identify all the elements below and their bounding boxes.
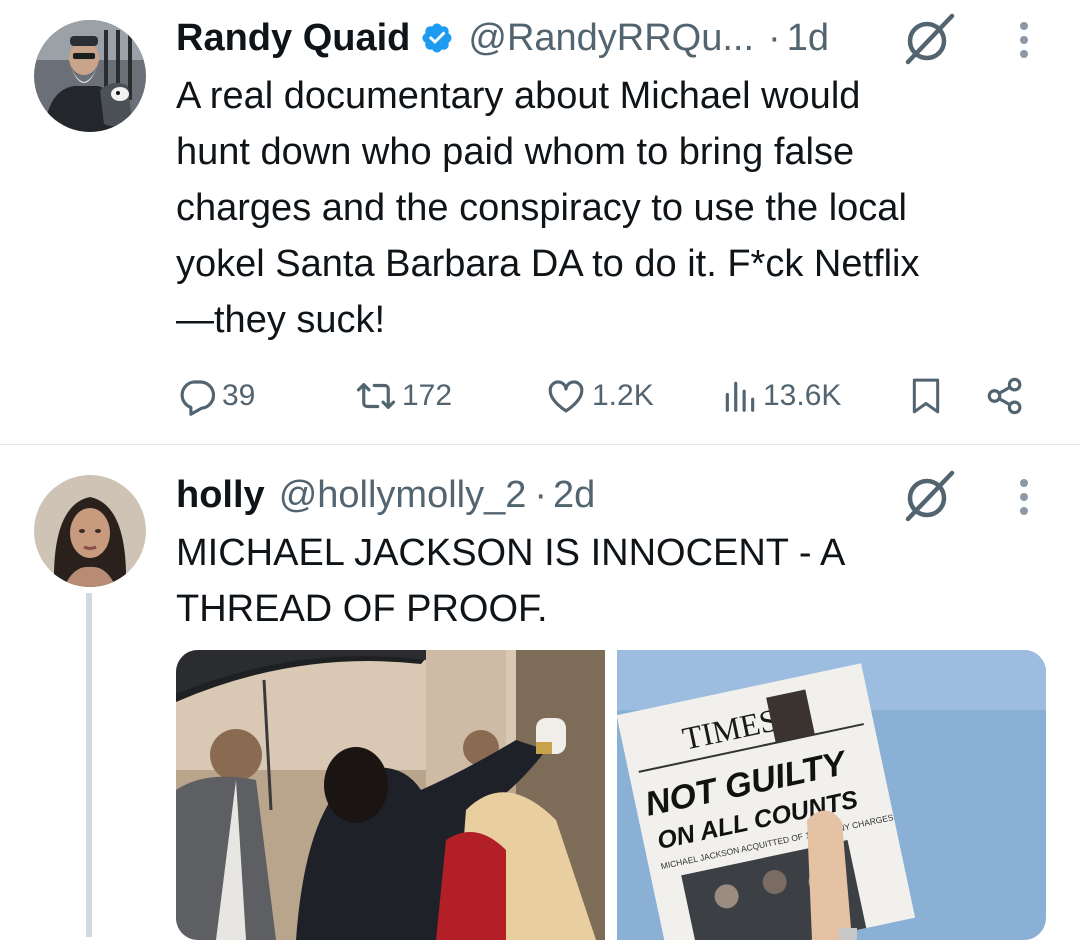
media-photo-2[interactable]: TIMES NOT GUILTY ON ALL COUNTS MICHAEL J… [617, 650, 1046, 940]
verified-badge-icon [422, 23, 452, 53]
like-icon [548, 380, 584, 413]
tweet-randy-quaid[interactable]: Randy Quaid @RandyRRQu... · 1d A real do… [0, 0, 1080, 445]
tweet-text: MICHAEL JACKSON IS INNOCENT - A THREAD O… [176, 532, 846, 630]
tweet-holly[interactable]: holly @hollymolly_2 · 2d MICHAEL JACKSON… [0, 445, 1080, 940]
separator: · [768, 16, 781, 59]
tweet-text: A real documentary about Michael would h… [176, 75, 920, 341]
grok-icon[interactable] [900, 10, 958, 68]
bookmark-button[interactable] [906, 368, 946, 424]
reply-icon [180, 380, 216, 416]
thread-line [86, 593, 92, 937]
repost-icon [356, 383, 396, 409]
avatar[interactable] [34, 20, 146, 132]
media-grid[interactable]: TIMES NOT GUILTY ON ALL COUNTS MICHAEL J… [176, 650, 1046, 940]
repost-button[interactable]: 172 [354, 368, 452, 424]
like-count: 1.2K [592, 379, 654, 412]
tweet-header: holly @hollymolly_2 · 2d [176, 471, 595, 519]
repost-count: 172 [402, 379, 453, 412]
media-photo-1[interactable] [176, 650, 605, 940]
author-name[interactable]: holly [176, 474, 265, 517]
more-icon[interactable] [1012, 18, 1036, 62]
author-handle[interactable]: @RandyRRQu... [468, 17, 754, 60]
author-name[interactable]: Randy Quaid [176, 17, 410, 60]
reply-button[interactable]: 39 [176, 368, 255, 424]
share-button[interactable] [984, 368, 1026, 424]
share-icon [987, 377, 1022, 415]
separator: · [534, 473, 548, 516]
grok-icon[interactable] [900, 467, 958, 525]
reply-count: 39 [222, 379, 256, 412]
timestamp[interactable]: 2d [553, 474, 595, 517]
more-icon[interactable] [1012, 475, 1036, 519]
views-button[interactable]: 13.6K [721, 368, 841, 424]
tweet-actions: 39 172 1.2K 13.6K [176, 368, 1036, 424]
like-button[interactable]: 1.2K [544, 368, 654, 424]
tweet-header: Randy Quaid @RandyRRQu... · 1d [176, 14, 829, 62]
views-icon [725, 381, 755, 412]
timestamp[interactable]: 1d [787, 17, 829, 60]
author-handle[interactable]: @hollymolly_2 [279, 474, 527, 517]
view-count: 13.6K [763, 379, 842, 412]
bookmark-icon [912, 378, 940, 414]
avatar[interactable] [34, 475, 146, 587]
